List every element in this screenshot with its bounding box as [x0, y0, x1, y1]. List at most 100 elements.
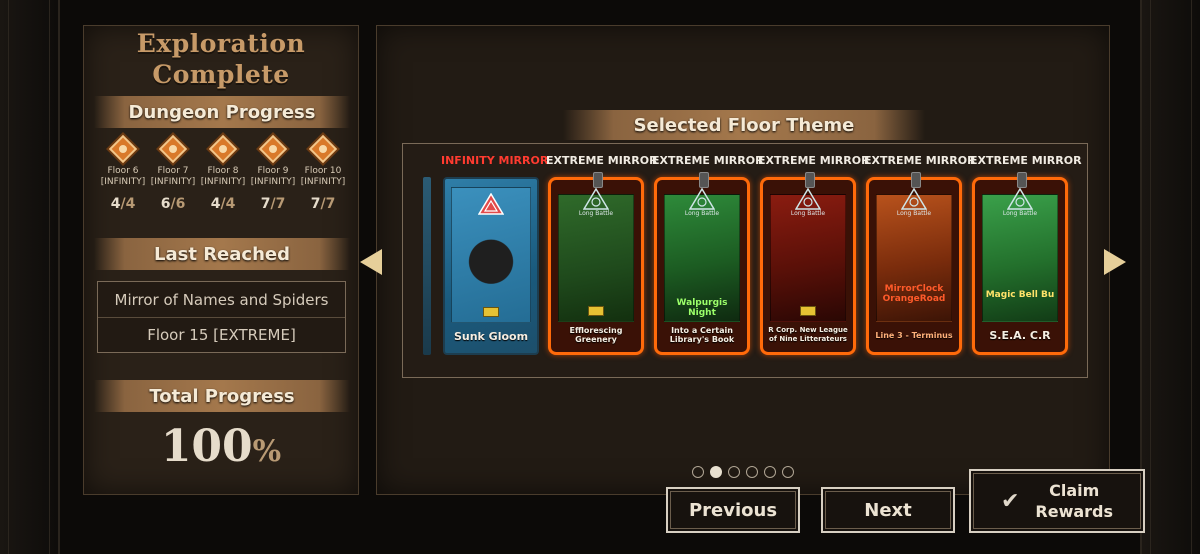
floor-count-current: 7 — [310, 196, 321, 212]
card-mode-tag: Long Battle — [684, 210, 720, 217]
floor-progress-item: Floor 10 [INFINITY] 7/7 — [298, 134, 348, 212]
page-dot[interactable] — [692, 466, 704, 478]
carousel-right-arrow-icon[interactable] — [1104, 249, 1126, 275]
checkmark-icon: ✔ — [1000, 488, 1020, 514]
card-frame: Sunk Gloom — [443, 177, 539, 355]
card-clip-icon — [911, 172, 921, 188]
exploration-complete-title: Exploration Complete — [84, 28, 358, 90]
total-progress-unit: % — [252, 434, 282, 469]
previous-button[interactable]: Previous — [666, 487, 800, 533]
floor-theme-panel: Selected Floor Theme INFINITY MIRROR Sun… — [376, 25, 1110, 495]
card-theme-name: Line 3 - Terminus — [875, 330, 953, 340]
floor-label: Floor 6 — [107, 166, 139, 176]
floor-label: Floor 8 — [207, 166, 239, 176]
card-type-label: EXTREME MIRROR — [758, 154, 870, 167]
card-theme-name: Sunk Gloom — [453, 329, 529, 343]
floor-mode: [INFINITY] — [150, 177, 196, 187]
card-clip-icon — [699, 172, 709, 188]
floor-theme-carousel: INFINITY MIRROR Sunk Gloom EXTREME MIRRO… — [402, 143, 1088, 378]
theme-card-sunk-gloom[interactable]: INFINITY MIRROR Sunk Gloom — [441, 154, 549, 355]
floor-count-max: 7 — [325, 196, 336, 212]
title-line-1: Exploration — [136, 29, 306, 58]
card-sticker-icon — [800, 306, 816, 316]
mirror-logo-icon — [1006, 187, 1034, 210]
carousel-pagination — [692, 466, 794, 478]
mirror-logo-icon — [477, 192, 505, 215]
carousel-left-arrow-icon[interactable] — [360, 249, 382, 275]
card-clip-icon — [1017, 172, 1027, 188]
floor-badge-icon — [158, 134, 188, 164]
left-frame-decoration — [0, 0, 60, 554]
floor-count: 7/7 — [260, 196, 286, 212]
theme-card-r-corp[interactable]: EXTREME MIRROR Long Battle R Corp. New L… — [758, 154, 870, 355]
card-mode-tag: Long Battle — [578, 210, 614, 217]
last-reached-banner: Last Reached — [94, 238, 350, 270]
mirror-logo-icon — [794, 187, 822, 210]
last-reached-floor: Floor 15 [EXTREME] — [98, 317, 345, 352]
card-frame: Long Battle Efflorescing Greenery — [548, 172, 644, 355]
last-reached-box: Mirror of Names and Spiders Floor 15 [EX… — [97, 281, 346, 353]
floor-count-current: 6 — [160, 196, 171, 212]
total-progress-value: 100% — [84, 421, 358, 472]
card-overlay-text: Walpurgis Night — [676, 298, 728, 318]
page-dot[interactable] — [764, 466, 776, 478]
card-type-label: EXTREME MIRROR — [652, 154, 764, 167]
card-sticker-icon — [588, 306, 604, 316]
floor-count-max: 6 — [175, 196, 186, 212]
card-clip-icon — [805, 172, 815, 188]
floor-count: 7/7 — [310, 196, 336, 212]
theme-card-library-book[interactable]: EXTREME MIRROR Long Battle Walpurgis Nig… — [652, 154, 764, 355]
card-frame: Long Battle R Corp. New League of Nine L… — [760, 172, 856, 355]
card-type-label: INFINITY MIRROR — [441, 154, 549, 167]
floor-progress-item: Floor 6 [INFINITY] 4/4 — [98, 134, 148, 212]
floor-label: Floor 9 — [257, 166, 289, 176]
card-type-label: EXTREME MIRROR — [970, 154, 1082, 167]
claim-rewards-label: Claim Rewards — [1035, 480, 1113, 522]
previous-card-edge[interactable] — [423, 177, 431, 355]
card-frame: Long Battle Magic Bell Bu S.E.A. C.R — [972, 172, 1068, 355]
floor-mode: [INFINITY] — [100, 177, 146, 187]
claim-rewards-button[interactable]: ✔ Claim Rewards — [969, 469, 1145, 533]
floor-label: Floor 10 — [304, 166, 342, 176]
page-dot-active[interactable] — [710, 466, 722, 478]
floor-count-max: 7 — [275, 196, 286, 212]
next-button[interactable]: Next — [821, 487, 955, 533]
floor-progress-item: Floor 8 [INFINITY] 4/4 — [198, 134, 248, 212]
floor-progress-item: Floor 9 [INFINITY] 7/7 — [248, 134, 298, 212]
floor-count-max: 4 — [225, 196, 236, 212]
card-mode-tag: Long Battle — [1002, 210, 1038, 217]
mirror-logo-icon — [900, 187, 928, 210]
card-mode-tag: Long Battle — [790, 210, 826, 217]
card-type-label: EXTREME MIRROR — [546, 154, 658, 167]
theme-card-line-3-terminus[interactable]: EXTREME MIRROR Long Battle MirrorClock O… — [864, 154, 976, 355]
selected-floor-theme-banner: Selected Floor Theme — [563, 110, 925, 140]
mirror-logo-icon — [582, 187, 610, 210]
page-dot[interactable] — [782, 466, 794, 478]
floor-progress-list: Floor 6 [INFINITY] 4/4 Floor 7 [INFINITY… — [98, 134, 348, 212]
card-frame: Long Battle Walpurgis Night Into a Certa… — [654, 172, 750, 355]
theme-card-sea-cr[interactable]: EXTREME MIRROR Long Battle Magic Bell Bu… — [970, 154, 1082, 355]
floor-mode: [INFINITY] — [200, 177, 246, 187]
floor-mode: [INFINITY] — [300, 177, 346, 187]
total-progress-banner: Total Progress — [94, 380, 350, 412]
floor-count: 4/4 — [210, 196, 236, 212]
floor-count-current: 4 — [210, 196, 221, 212]
floor-count-max: 4 — [125, 196, 136, 212]
card-sticker-icon — [483, 307, 499, 317]
floor-badge-icon — [308, 134, 338, 164]
floor-label: Floor 7 — [157, 166, 189, 176]
card-clip-icon — [593, 172, 603, 188]
card-theme-name: Into a Certain Library's Book — [669, 326, 735, 344]
floor-count-current: 4 — [110, 196, 121, 212]
card-theme-name: Efflorescing Greenery — [569, 326, 623, 344]
floor-progress-item: Floor 7 [INFINITY] 6/6 — [148, 134, 198, 212]
theme-card-efflorescing-greenery[interactable]: EXTREME MIRROR Long Battle Efflorescing … — [546, 154, 658, 355]
card-theme-name: S.E.A. C.R — [989, 328, 1051, 342]
claim-label-line-2: Rewards — [1035, 502, 1114, 521]
mirror-logo-icon — [688, 187, 716, 210]
last-reached-mirror: Mirror of Names and Spiders — [114, 290, 329, 309]
floor-count: 4/4 — [110, 196, 136, 212]
floor-badge-icon — [108, 134, 138, 164]
page-dot[interactable] — [728, 466, 740, 478]
page-dot[interactable] — [746, 466, 758, 478]
